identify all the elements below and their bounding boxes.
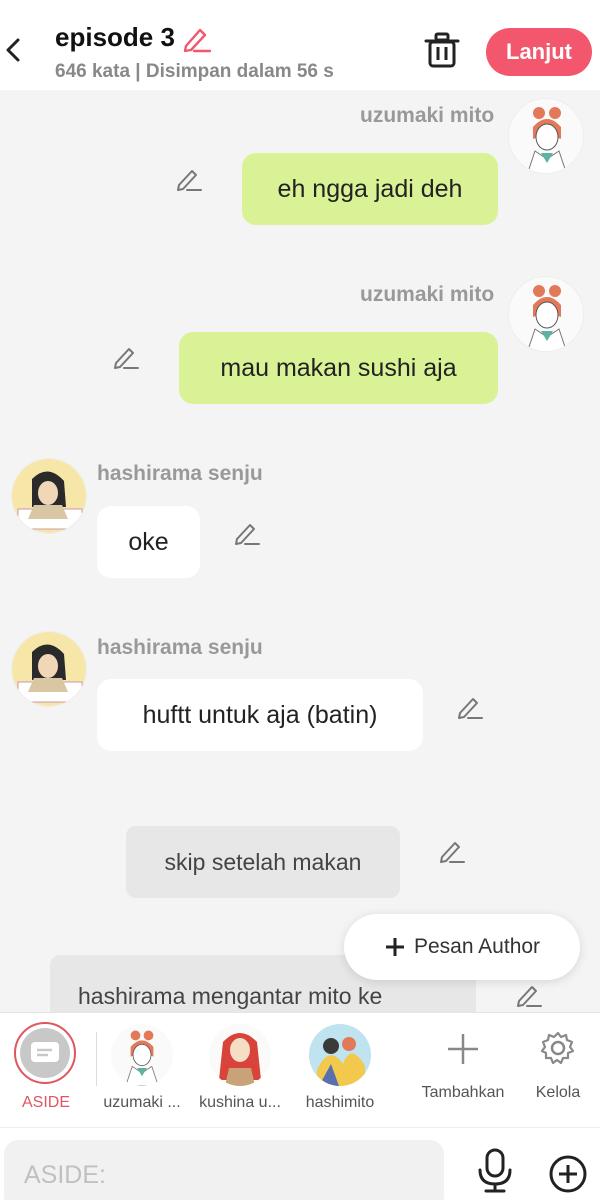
message-bubble[interactable]: eh ngga jadi deh [242, 153, 498, 225]
top-bar: episode 3 646 kata | Disimpan dalam 56 s… [0, 0, 600, 90]
avatar [309, 1024, 371, 1086]
edit-message-icon[interactable] [233, 518, 261, 546]
edit-message-icon[interactable] [175, 164, 203, 192]
gear-icon [540, 1031, 575, 1065]
avatar-hashirama-senju[interactable] [11, 458, 87, 534]
author-message-label: Pesan Author [413, 935, 541, 958]
manage-characters-button[interactable]: Kelola [508, 1024, 600, 1124]
word-count-status: 646 kata | Disimpan dalam 56 s [55, 61, 334, 82]
add-character-button[interactable]: Tambahkan [413, 1024, 513, 1124]
plus-icon [385, 938, 404, 956]
manage-label: Kelola [535, 1084, 581, 1101]
avatar-hashirama-senju[interactable] [11, 631, 87, 707]
aside-label: ASIDE [21, 1094, 70, 1111]
plus-icon [448, 1034, 478, 1064]
avatar [111, 1024, 173, 1086]
edit-message-icon[interactable] [112, 342, 140, 370]
speaker-name: uzumaki mito [360, 283, 495, 306]
add-circle-icon[interactable] [548, 1154, 588, 1194]
trash-icon[interactable] [423, 31, 461, 69]
add-label: Tambahkan [421, 1084, 505, 1101]
aside-text: hashirama mengantar mito ke [78, 983, 383, 1009]
next-button[interactable]: Lanjut [486, 28, 592, 76]
avatar-uzumaki-mito[interactable] [508, 98, 584, 174]
author-message-button[interactable]: Pesan Author [344, 914, 580, 980]
character-label: uzumaki ... [103, 1094, 181, 1111]
back-icon[interactable] [0, 30, 30, 70]
message-bubble[interactable]: oke [97, 506, 200, 578]
speaker-name: hashirama senju [97, 636, 263, 659]
avatar-uzumaki-mito[interactable] [508, 276, 584, 352]
character-label: hashimito [305, 1094, 375, 1111]
aside-bubble[interactable]: skip setelah makan [126, 826, 400, 898]
episode-title[interactable]: episode 3 [55, 22, 175, 53]
message-bubble[interactable]: huftt untuk aja (batin) [97, 679, 423, 751]
composer-bar [0, 1127, 600, 1200]
speaker-name: uzumaki mito [360, 104, 495, 127]
microphone-icon[interactable] [474, 1148, 516, 1194]
aside-character-button[interactable] [14, 1022, 76, 1084]
message-bubble-icon [31, 1042, 59, 1062]
message-bubble[interactable]: mau makan sushi aja [179, 332, 498, 404]
chat-area[interactable]: uzumaki mito eh ngga jadi deh uzumaki mi… [0, 90, 600, 1012]
edit-message-icon[interactable] [438, 836, 466, 864]
message-input[interactable] [4, 1140, 444, 1200]
character-label: kushina u... [199, 1094, 281, 1111]
edit-message-icon[interactable] [515, 980, 543, 1008]
speaker-name: hashirama senju [97, 462, 263, 485]
edit-title-icon[interactable] [180, 22, 212, 54]
edit-message-icon[interactable] [456, 692, 484, 720]
avatar [209, 1024, 271, 1086]
character-uzumaki-mito[interactable]: uzumaki ... [92, 1024, 192, 1124]
character-hashimito[interactable]: hashimito [290, 1024, 390, 1124]
character-kushina[interactable]: kushina u... [190, 1024, 290, 1124]
